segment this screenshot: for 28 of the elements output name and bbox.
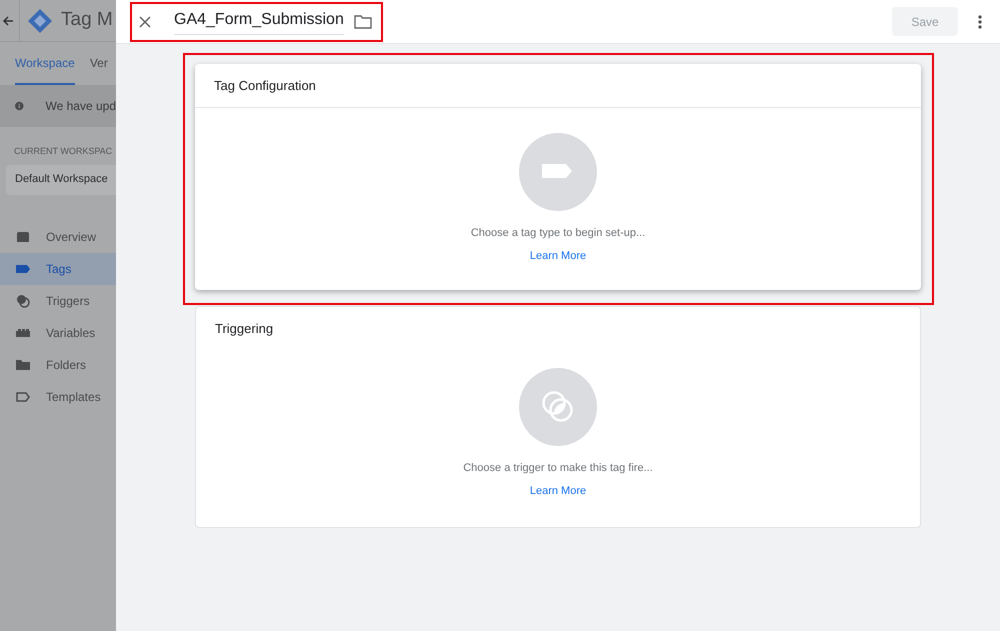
nav-tab[interactable]: Ver xyxy=(90,42,108,85)
section-card[interactable]: Tag Configuration Choose a tag type to begin set-up... Learn More xyxy=(195,64,921,290)
trigger-icon xyxy=(15,292,31,308)
empty-hint: Choose a trigger to make this tag fire... xyxy=(463,461,653,476)
learn-more-link[interactable]: Learn More xyxy=(530,248,586,264)
learn-more-link[interactable]: Learn More xyxy=(530,482,586,499)
app-title: Tag M xyxy=(61,8,113,32)
tag-icon xyxy=(519,133,597,211)
section-title: Tag Configuration xyxy=(214,76,316,95)
nav-item[interactable]: Variables xyxy=(0,316,116,348)
nav-item[interactable]: Templates xyxy=(0,380,116,412)
banner-text: We have upd xyxy=(46,98,116,115)
nav-item[interactable]: Overview xyxy=(0,220,116,252)
more-menu-icon[interactable] xyxy=(978,14,982,28)
trigger-icon xyxy=(519,368,597,446)
empty-hint: Choose a tag type to begin set-up... xyxy=(470,226,646,241)
close-icon[interactable] xyxy=(138,14,152,28)
section-card[interactable]: Triggering Choose a trigger to make this tag fire... Learn More xyxy=(195,306,921,528)
workspace-label: CURRENT WORKSPAC xyxy=(13,145,114,158)
back-arrow-icon[interactable] xyxy=(2,14,14,26)
nav-item[interactable]: Folders xyxy=(0,348,116,380)
diamond-logo-icon xyxy=(27,8,53,34)
workspace-selector[interactable]: Default Workspace xyxy=(6,164,116,194)
section-title: Triggering xyxy=(215,320,274,338)
nav-item[interactable]: Triggers xyxy=(0,284,116,316)
nav-item[interactable]: Tags xyxy=(0,252,116,284)
tag-name-field[interactable]: GA4_Form_Submission xyxy=(174,8,344,35)
folder-icon[interactable] xyxy=(354,14,372,28)
